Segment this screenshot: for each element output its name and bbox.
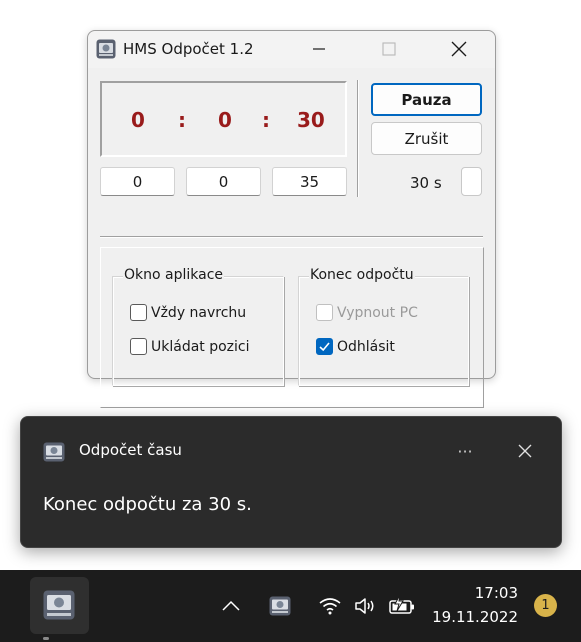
countdown-end-group: Konec odpočtu Vypnout PC Odhlásit bbox=[298, 267, 469, 386]
checkbox-box[interactable] bbox=[130, 304, 147, 321]
taskbar: 17:03 19.11.2022 1 bbox=[0, 570, 581, 642]
checkbox-label: Vypnout PC bbox=[337, 304, 418, 321]
group-legend: Konec odpočtu bbox=[309, 267, 415, 283]
hms-app-icon bbox=[43, 442, 65, 462]
maximize-icon bbox=[382, 42, 396, 56]
save-position-checkbox[interactable]: Ukládat pozici bbox=[130, 338, 250, 355]
seconds-input[interactable]: 35 bbox=[272, 167, 347, 196]
horizontal-divider bbox=[100, 236, 483, 238]
title-bar[interactable]: HMS Odpočet 1.2 bbox=[88, 31, 495, 68]
shutdown-pc-checkbox: Vypnout PC bbox=[316, 304, 418, 321]
timer-display: 0 : 0 : 30 bbox=[100, 81, 347, 157]
checkmark-icon bbox=[319, 342, 330, 352]
show-hidden-icons-button[interactable] bbox=[219, 594, 243, 618]
app-window: HMS Odpočet 1.2 0 : 0 : 30 0 0 35 Pauza … bbox=[87, 30, 496, 408]
timer-minutes: 0 bbox=[218, 108, 232, 132]
hms-app-icon bbox=[43, 590, 75, 620]
volume-button[interactable] bbox=[352, 594, 378, 618]
network-button[interactable] bbox=[316, 594, 344, 618]
taskbar-app-button[interactable] bbox=[30, 577, 89, 640]
battery-charging-icon bbox=[389, 595, 414, 614]
clock-date[interactable]: 19.11.2022 bbox=[430, 608, 518, 626]
group-legend: Okno aplikace bbox=[123, 267, 225, 283]
wifi-icon bbox=[319, 598, 341, 615]
checkbox-box bbox=[316, 304, 333, 321]
pause-button[interactable]: Pauza bbox=[371, 83, 482, 116]
minimize-button[interactable] bbox=[296, 31, 342, 67]
app-window-group: Okno aplikace Vždy navrchu Ukládat pozic… bbox=[112, 267, 284, 386]
speaker-icon bbox=[355, 598, 374, 614]
checkbox-box[interactable] bbox=[130, 338, 147, 355]
tray-app-button[interactable] bbox=[268, 595, 292, 617]
timer-separator: : bbox=[262, 108, 270, 132]
battery-button[interactable] bbox=[387, 593, 417, 619]
maximize-button bbox=[366, 31, 412, 67]
close-icon bbox=[451, 41, 467, 57]
hms-app-icon bbox=[96, 39, 116, 59]
hours-input[interactable]: 0 bbox=[100, 167, 175, 196]
toast-message: Konec odpočtu za 30 s. bbox=[43, 494, 252, 515]
window-client: 0 : 0 : 30 0 0 35 Pauza Zrušit 30 s Okno… bbox=[88, 68, 495, 408]
minimize-icon bbox=[313, 48, 325, 50]
clock-time[interactable]: 17:03 bbox=[440, 584, 518, 602]
log-off-checkbox[interactable]: Odhlásit bbox=[316, 338, 395, 355]
timer-separator: : bbox=[178, 108, 186, 132]
more-options-button[interactable]: ··· bbox=[451, 437, 479, 465]
timer-seconds: 30 bbox=[297, 108, 325, 132]
close-icon bbox=[518, 444, 532, 458]
notification-badge[interactable]: 1 bbox=[534, 594, 557, 617]
checkbox-label: Vždy navrchu bbox=[151, 304, 247, 321]
toast-app-name: Odpočet času bbox=[79, 441, 182, 459]
timer-hours: 0 bbox=[131, 108, 145, 132]
window-title: HMS Odpočet 1.2 bbox=[123, 40, 254, 58]
cancel-button[interactable]: Zrušit bbox=[371, 122, 482, 155]
always-on-top-checkbox[interactable]: Vždy navrchu bbox=[130, 304, 246, 321]
hms-app-icon bbox=[269, 596, 291, 616]
vertical-divider bbox=[357, 80, 359, 197]
checkbox-label: Odhlásit bbox=[337, 338, 395, 355]
toast-notification[interactable]: Odpočet času ··· Konec odpočtu za 30 s. bbox=[20, 416, 562, 548]
seconds-label: 30 s bbox=[410, 174, 442, 192]
close-button[interactable] bbox=[436, 31, 482, 67]
checkbox-box[interactable] bbox=[316, 338, 333, 355]
running-indicator bbox=[43, 637, 49, 640]
minutes-input[interactable]: 0 bbox=[186, 167, 261, 196]
chevron-up-icon bbox=[222, 600, 240, 611]
seconds-field[interactable] bbox=[461, 167, 482, 196]
checkbox-label: Ukládat pozici bbox=[151, 338, 250, 355]
toast-close-button[interactable] bbox=[511, 437, 539, 465]
